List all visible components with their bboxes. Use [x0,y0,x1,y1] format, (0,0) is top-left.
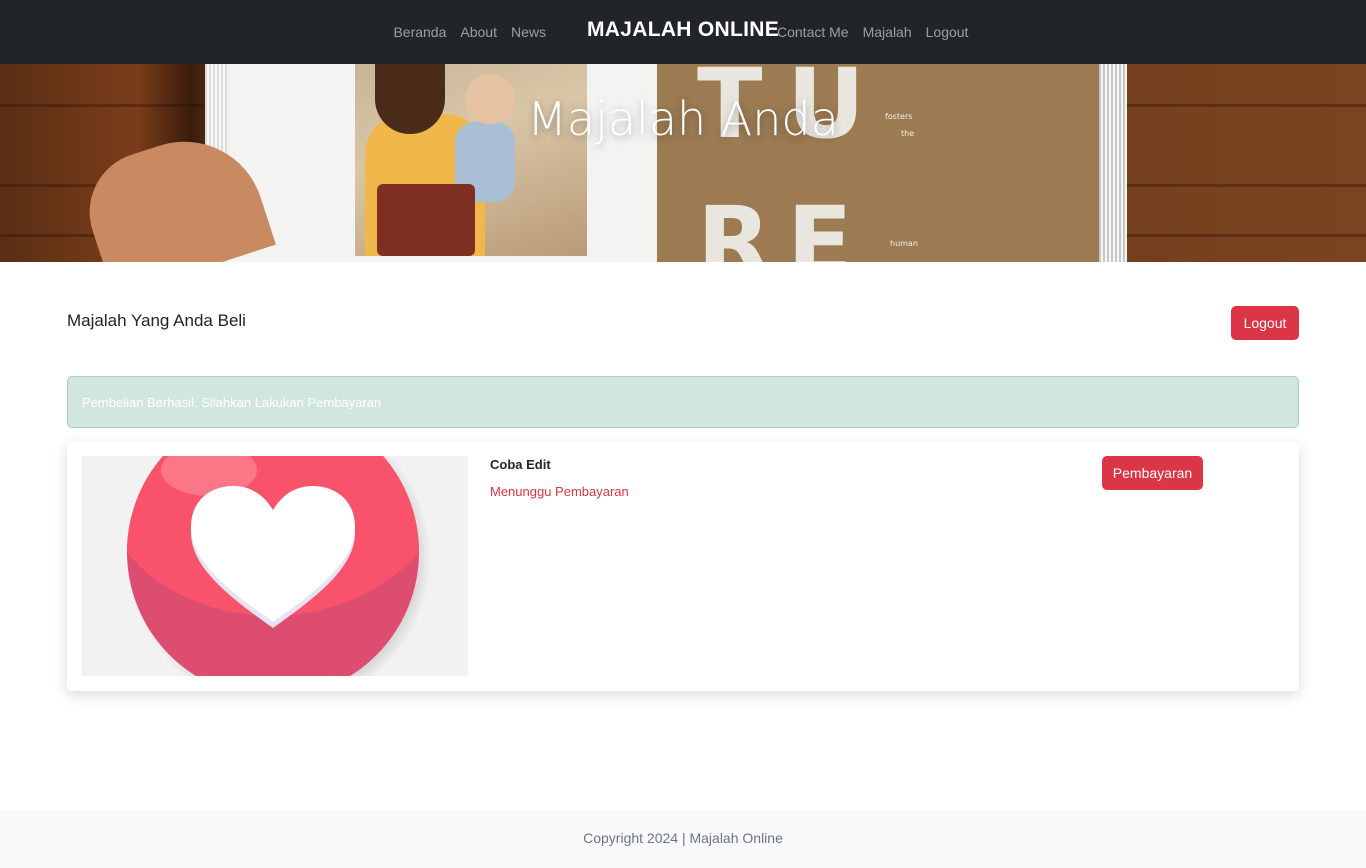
nav-link-beranda[interactable]: Beranda [393,24,446,40]
nav-link-news[interactable]: News [511,24,546,40]
nav-link-contact[interactable]: Contact Me [777,24,849,40]
purchase-card: Coba Edit Menunggu Pembayaran Pembayaran [67,442,1299,691]
magazine-letter: R [697,186,771,262]
section-title: Majalah Yang Anda Beli [67,311,246,330]
magazine-word: human [890,239,918,248]
logout-button[interactable]: Logout [1231,306,1299,340]
nav-right-group: Contact Me Majalah Logout [777,0,968,64]
footer: Copyright 2024 | Majalah Online [0,811,1366,868]
payment-status: Menunggu Pembayaran [490,484,629,499]
navbar: Beranda About News MAJALAH ONLINE Contac… [0,0,1366,64]
nav-link-about[interactable]: About [460,24,497,40]
payment-button[interactable]: Pembayaran [1102,456,1203,490]
nav-left-group: Beranda About News [393,0,546,64]
heart-icon [127,456,431,676]
brand-wrapper: MAJALAH ONLINE [0,18,1366,42]
hero-banner: T U R E fosters the human Majalah Anda [0,64,1366,262]
nav-link-logout[interactable]: Logout [926,24,969,40]
magazine-letter: E [787,186,853,262]
hero-title: Majalah Anda [527,92,839,146]
magazine-thumbnail [81,456,468,676]
copyright-text: Copyright 2024 | Majalah Online [583,830,783,846]
brand-logo-text[interactable]: MAJALAH ONLINE [587,18,779,41]
photo-bag [377,184,475,256]
success-alert: Pembelian Berhasil, Silahkan Lakukan Pem… [67,376,1299,428]
nav-link-majalah[interactable]: Majalah [863,24,912,40]
magazine-title: Coba Edit [490,457,551,472]
